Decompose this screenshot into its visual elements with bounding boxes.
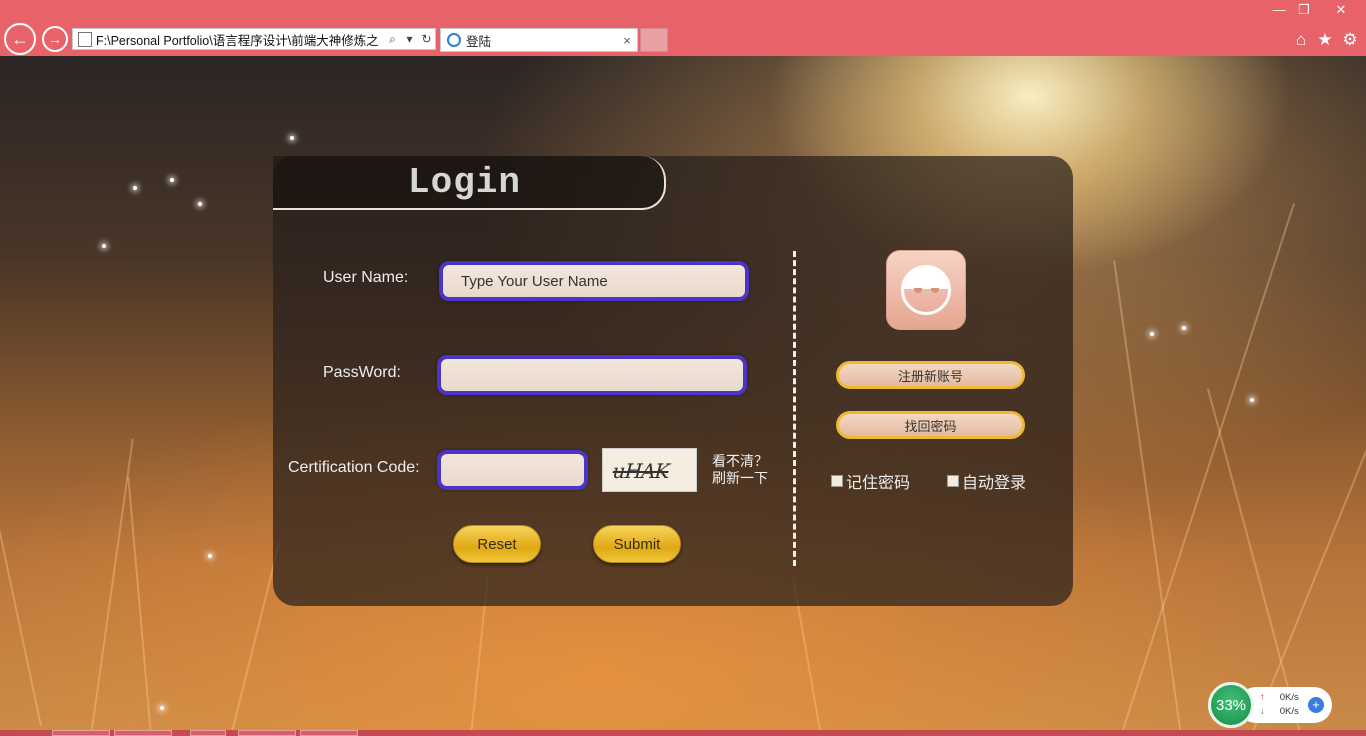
tab-login[interactable]: 登陆 × xyxy=(440,28,638,52)
refresh-icon[interactable]: ↻ xyxy=(418,32,435,46)
memory-usage-badge[interactable]: 33% xyxy=(1208,682,1254,728)
captcha-text: uHAK xyxy=(609,459,672,483)
home-icon[interactable]: ⌂ xyxy=(1290,30,1312,50)
title-banner: Login xyxy=(273,156,666,210)
taskbar-item[interactable] xyxy=(238,730,296,736)
reset-button[interactable]: Reset xyxy=(453,525,541,563)
upload-arrow-icon: ↑ xyxy=(1260,692,1265,703)
sparkle-decoration xyxy=(290,136,294,140)
password-input[interactable] xyxy=(437,355,747,395)
checkbox-icon[interactable] xyxy=(947,475,959,487)
sparkle-decoration xyxy=(1182,326,1186,330)
sparkle-decoration xyxy=(170,178,174,182)
submit-button[interactable]: Submit xyxy=(593,525,681,563)
sparkle-decoration xyxy=(1250,398,1254,402)
sparkle-decoration xyxy=(133,186,137,190)
page-icon xyxy=(78,31,92,47)
download-speed: 0K/s xyxy=(1279,706,1299,717)
username-label: User Name: xyxy=(323,269,409,286)
login-panel: Login User Name: PassWord: Certification… xyxy=(273,156,1073,606)
back-button[interactable]: ← xyxy=(4,23,36,55)
auto-login-checkbox[interactable]: 自动登录 xyxy=(947,469,1026,493)
grass-decoration xyxy=(127,476,152,730)
certification-code-label: Certification Code: xyxy=(288,459,420,476)
panel-divider xyxy=(793,251,796,566)
new-tab-button[interactable] xyxy=(640,28,668,52)
grass-decoration xyxy=(1113,260,1182,730)
grass-decoration xyxy=(0,393,42,727)
minimize-button[interactable]: — xyxy=(1266,0,1292,20)
remember-password-checkbox[interactable]: 记住密码 xyxy=(831,469,910,493)
refresh-hint-line1: 看不清？ xyxy=(712,453,768,469)
restore-button[interactable]: ❐ xyxy=(1291,0,1317,20)
sparkle-decoration xyxy=(1150,332,1154,336)
download-arrow-icon: ↓ xyxy=(1260,706,1265,717)
avatar-face-icon xyxy=(901,265,951,315)
page-background: Login User Name: PassWord: Certification… xyxy=(0,56,1366,730)
checkbox-icon[interactable] xyxy=(831,475,843,487)
register-account-button[interactable]: 注册新账号 xyxy=(836,361,1025,389)
network-speed-widget[interactable]: 33% ↑ 0K/s ↓ 0K/s + xyxy=(1208,682,1332,728)
auto-login-label: 自动登录 xyxy=(962,473,1027,492)
forward-arrow-icon: → xyxy=(48,31,62,47)
tab-title: 登陆 xyxy=(466,34,492,49)
taskbar-item[interactable] xyxy=(52,730,110,736)
browser-chrome: — ❐ ✕ ← → F:\Personal Portfolio\语言程序设计\前… xyxy=(0,0,1366,56)
page-title: Login xyxy=(408,162,522,203)
avatar-eye xyxy=(914,288,922,293)
recover-password-button[interactable]: 找回密码 xyxy=(836,411,1025,439)
grass-decoration xyxy=(1206,388,1302,730)
password-label: PassWord: xyxy=(323,364,401,381)
tab-close-icon[interactable]: × xyxy=(617,33,637,48)
close-window-button[interactable]: ✕ xyxy=(1318,0,1364,20)
network-speeds: ↑ 0K/s ↓ 0K/s xyxy=(1260,691,1299,719)
avatar xyxy=(886,250,966,330)
avatar-eye xyxy=(931,288,939,293)
address-bar[interactable]: F:\Personal Portfolio\语言程序设计\前端大神修炼之 ⌕ ▾… xyxy=(72,28,436,50)
back-arrow-icon: ← xyxy=(11,28,29,49)
ie-icon xyxy=(447,33,461,47)
search-icon[interactable]: ⌕ xyxy=(384,32,401,47)
certification-code-input[interactable] xyxy=(437,450,588,490)
captcha-image[interactable]: uHAK xyxy=(602,448,697,492)
forward-button[interactable]: → xyxy=(42,26,68,52)
remember-password-label: 记住密码 xyxy=(846,473,911,492)
sparkle-decoration xyxy=(160,706,164,710)
refresh-captcha-link[interactable]: 看不清？ 刷新一下 xyxy=(712,453,782,487)
dropdown-icon[interactable]: ▾ xyxy=(401,32,418,46)
sparkle-decoration xyxy=(198,202,202,206)
taskbar-item[interactable] xyxy=(300,730,358,736)
username-input[interactable] xyxy=(439,261,749,301)
gear-icon[interactable]: ⚙ xyxy=(1339,30,1361,50)
address-text[interactable]: F:\Personal Portfolio\语言程序设计\前端大神修炼之 xyxy=(96,30,384,49)
sparkle-decoration xyxy=(102,244,106,248)
upload-speed: 0K/s xyxy=(1279,692,1299,703)
star-icon[interactable]: ★ xyxy=(1314,30,1336,50)
grass-decoration xyxy=(1120,203,1296,730)
refresh-hint-line2: 刷新一下 xyxy=(712,470,768,486)
plus-icon[interactable]: + xyxy=(1308,697,1324,713)
sparkle-decoration xyxy=(208,554,212,558)
grass-decoration xyxy=(1250,346,1366,730)
taskbar-item[interactable] xyxy=(114,730,172,736)
taskbar-item[interactable] xyxy=(190,730,226,736)
